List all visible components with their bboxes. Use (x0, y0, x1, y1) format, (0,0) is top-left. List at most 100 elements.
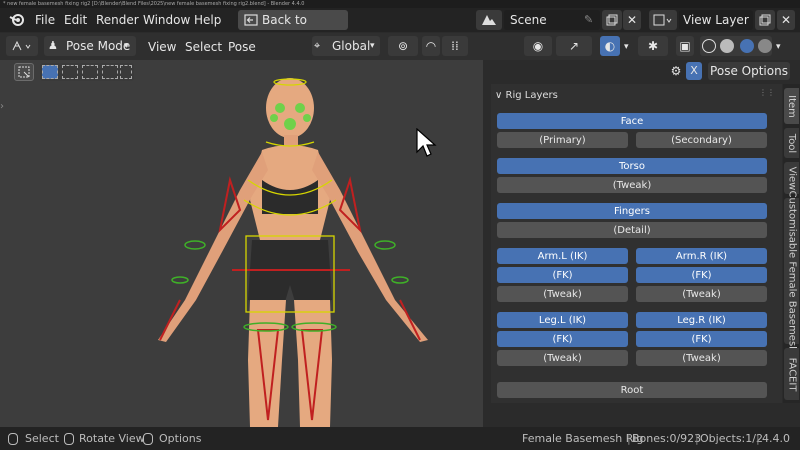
drag-handle-icon[interactable]: ⋮⋮ (759, 88, 775, 97)
arm-l-ik-button[interactable]: Arm.L (IK) (497, 248, 628, 264)
delete-view-layer-button[interactable]: ✕ (777, 10, 795, 30)
pose-options-icon-button[interactable]: ⚙ (666, 62, 686, 80)
menu-window[interactable]: Window (143, 8, 190, 32)
chevron-down-icon: ▾ (370, 41, 375, 51)
menu-edit[interactable]: Edit (64, 8, 87, 32)
select-box-tool[interactable] (14, 63, 34, 81)
3d-viewport[interactable]: › (0, 33, 483, 427)
back-icon (244, 14, 258, 26)
pin-icon[interactable]: ✎ (584, 10, 593, 30)
xray-toggle-button[interactable]: ▣ (676, 36, 694, 56)
view-layer-selector-button[interactable] (649, 10, 677, 30)
scene-selector-button[interactable] (476, 10, 502, 30)
mode-label: Pose Mode (66, 39, 131, 53)
torso-tweak-button[interactable]: (Tweak) (497, 177, 767, 193)
select-invert-icon[interactable] (102, 65, 118, 79)
new-view-layer-button[interactable] (755, 10, 775, 30)
tab-faceit[interactable]: FACEIT (784, 348, 799, 400)
tab-item[interactable]: Item (784, 88, 799, 124)
view-layer-name-field[interactable]: View Layer (679, 10, 753, 30)
new-scene-button[interactable] (602, 10, 622, 30)
arm-r-tweak-button[interactable]: (Tweak) (636, 286, 767, 302)
viewport-header: ♟ Pose Mode ▾ View Select Pose ⌖ Global … (0, 33, 800, 60)
tab-customisable-label: Customisable Female Basemesh (786, 189, 798, 353)
menu-render[interactable]: Render (96, 8, 139, 32)
select-subtract-icon[interactable] (82, 65, 98, 79)
rig-layers-title: Rig Layers (505, 90, 558, 101)
status-separator: | (756, 432, 760, 445)
back-to-previous-button[interactable]: Back to Previous (238, 10, 348, 47)
mode-selector[interactable]: ♟ Pose Mode ▾ (44, 36, 136, 56)
fingers-layer-button[interactable]: Fingers (497, 203, 767, 219)
torso-layer-button[interactable]: Torso (497, 158, 767, 174)
bone-overlays-button[interactable]: ✱ (638, 36, 668, 56)
gizmo-icon: ↗ (568, 39, 580, 53)
overlays-toggle-button[interactable]: ◐ (600, 36, 620, 56)
chevron-down-icon[interactable]: ▾ (776, 35, 781, 59)
duplicate-icon (759, 14, 771, 26)
face-secondary-button[interactable]: (Secondary) (636, 132, 767, 148)
pose-options-button[interactable]: Pose Options (708, 62, 790, 80)
leg-r-tweak-button[interactable]: (Tweak) (636, 350, 767, 366)
gizmo-button[interactable]: ↗ (556, 36, 592, 56)
fingers-detail-button[interactable]: (Detail) (497, 222, 767, 238)
status-rotate-view: Rotate View (79, 432, 145, 445)
editor-type-button[interactable] (6, 36, 38, 56)
tab-tool[interactable]: Tool (784, 128, 799, 158)
arm-r-ik-button[interactable]: Arm.R (IK) (636, 248, 767, 264)
rig-layers-header[interactable]: ∨ Rig Layers (495, 88, 558, 104)
root-layer-button[interactable]: Root (497, 382, 767, 398)
arm-r-fk-button[interactable]: (FK) (636, 267, 767, 283)
status-version: 4.4.0 (762, 432, 790, 445)
sidebar-tabs: Item Tool View Customisable Female Basem… (783, 84, 800, 403)
tab-view[interactable]: View (784, 162, 799, 194)
snap-toggle-button[interactable]: ◠ (422, 36, 440, 56)
menu-help[interactable]: Help (194, 8, 221, 32)
leg-l-fk-button[interactable]: (FK) (497, 331, 628, 347)
rendered-shading-icon[interactable] (758, 39, 772, 53)
xray-icon: ▣ (679, 39, 691, 53)
leg-l-ik-button[interactable]: Leg.L (IK) (497, 312, 628, 328)
chevron-down-icon[interactable]: ▾ (624, 35, 629, 59)
face-layer-button[interactable]: Face (497, 113, 767, 129)
pivot-point-button[interactable]: ⊚ (388, 36, 418, 56)
x-mirror-toggle[interactable]: X (686, 62, 702, 80)
scene-name-field[interactable]: Scene ✎ (504, 10, 600, 30)
select-intersect-icon[interactable] (120, 65, 132, 79)
wireframe-shading-icon[interactable] (702, 39, 716, 53)
select-extend-icon[interactable] (62, 65, 78, 79)
menu-view[interactable]: View (148, 35, 176, 59)
transform-orientation-selector[interactable]: ⌖ Global ▾ (312, 36, 380, 56)
pivot-icon: ⊚ (397, 39, 409, 53)
snap-grid-icon: ⁞⁞ (451, 39, 459, 53)
close-icon: ✕ (780, 13, 792, 27)
leg-r-fk-button[interactable]: (FK) (636, 331, 767, 347)
tab-view-label: View (786, 166, 798, 190)
select-box-icon (18, 66, 30, 78)
leg-l-tweak-button[interactable]: (Tweak) (497, 350, 628, 366)
menu-pose[interactable]: Pose (228, 35, 256, 59)
duplicate-icon (606, 14, 618, 26)
material-preview-shading-icon[interactable] (738, 37, 756, 55)
toolbar-expand-arrow-icon[interactable]: › (0, 101, 4, 112)
status-options: Options (159, 432, 202, 445)
arm-l-fk-button[interactable]: (FK) (497, 267, 628, 283)
arm-l-tweak-button[interactable]: (Tweak) (497, 286, 628, 302)
face-primary-button[interactable]: (Primary) (497, 132, 628, 148)
tab-customisable-female-basemesh[interactable]: Customisable Female Basemesh (784, 190, 799, 352)
mouse-cursor-icon (416, 128, 437, 157)
orientation-icon: ⌖ (314, 39, 321, 52)
menu-file[interactable]: File (35, 8, 55, 32)
delete-scene-button[interactable]: ✕ (623, 10, 641, 30)
blender-logo-icon[interactable] (8, 8, 26, 32)
armature-icon: ✱ (647, 39, 659, 53)
leg-r-ik-button[interactable]: Leg.R (IK) (636, 312, 767, 328)
menu-select[interactable]: Select (185, 35, 222, 59)
snap-options-button[interactable]: ⁞⁞ (442, 36, 468, 56)
selection-mode-bar (0, 60, 145, 84)
status-select: Select (25, 432, 59, 445)
solid-shading-icon[interactable] (720, 39, 734, 53)
chevron-down-icon: ∨ (495, 90, 506, 101)
select-new-icon[interactable] (42, 65, 58, 79)
visibility-button[interactable]: ◉ (524, 36, 552, 56)
